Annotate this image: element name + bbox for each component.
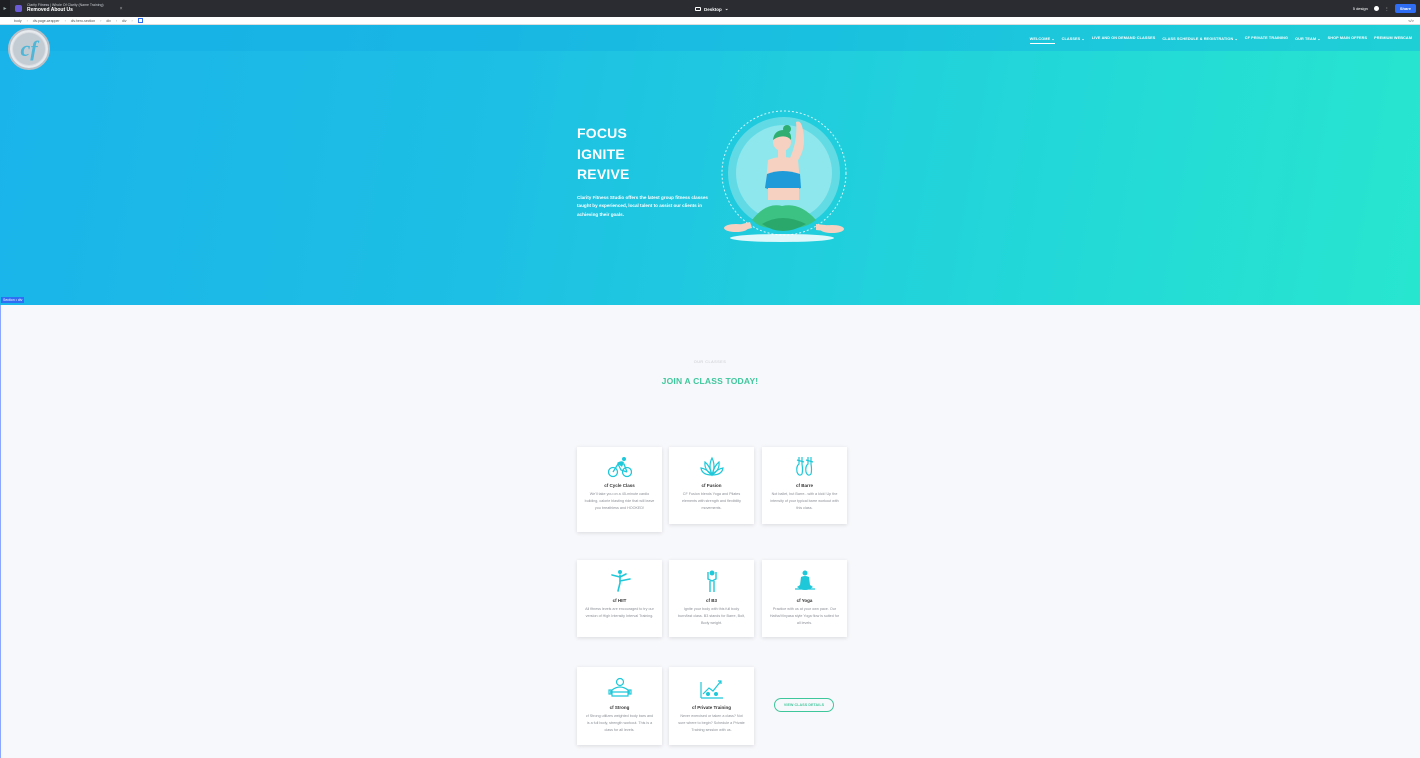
hero-word-focus: FOCUS	[577, 125, 627, 141]
view-class-details-button[interactable]: VIEW CLASS DETAILS	[774, 698, 834, 712]
standing-figure-icon	[706, 570, 717, 592]
site-navbar: cf WELCOME ⌄ CLASSES ⌄ LIVE AND ON DEMAN…	[0, 25, 1420, 70]
class-name: cf Strong	[609, 705, 630, 710]
class-name: cf Private Training	[691, 705, 731, 710]
selected-element-icon[interactable]	[137, 18, 143, 23]
nav-menu: WELCOME ⌄ CLASSES ⌄ LIVE AND ON DEMAND C…	[1029, 36, 1412, 44]
meditation-icon	[794, 570, 815, 590]
section-title: JOIN A CLASS TODAY!	[661, 376, 759, 386]
class-card-b3[interactable]: cf B3 Ignite your body with this full bo…	[669, 560, 754, 637]
topbar-actions: 5 design ⋮ Share	[1353, 4, 1416, 13]
breadcrumb-item[interactable]: div	[122, 19, 126, 23]
nav-item-classes[interactable]: CLASSES ⌄	[1062, 36, 1085, 44]
more-menu-icon[interactable]: ⋮	[1385, 6, 1389, 11]
close-page-icon[interactable]: ×	[120, 6, 123, 12]
share-button[interactable]: Share	[1394, 4, 1416, 13]
breadcrumb: body › div.page-wrapper › div.hero-section…	[0, 17, 1420, 25]
page-name: Removed About Us	[27, 7, 73, 14]
chevron-right-icon: ›	[64, 18, 66, 23]
site-logo[interactable]: cf	[8, 28, 50, 70]
class-description: Practice with us at your own pace. Our H…	[769, 607, 840, 626]
hero-word-revive: REVIVE	[577, 166, 630, 182]
class-description: All fitness levels are encouraged to try…	[585, 607, 654, 619]
chevron-right-icon: ›	[131, 18, 133, 23]
class-name: cf HIIT	[612, 598, 627, 603]
class-name: cf Yoga	[796, 598, 813, 603]
class-card-cycle[interactable]: cf Cycle Class We'll take you on a 45-mi…	[577, 447, 662, 532]
logo-mark: cf	[13, 33, 45, 65]
class-card-yoga[interactable]: cf Yoga Practice with us at your own pac…	[762, 560, 847, 637]
class-card-fusion[interactable]: cf Fusion CF Fusion blends Yoga and Pila…	[669, 447, 754, 524]
nav-item-private-training[interactable]: CF PRIVATE TRAINING	[1245, 36, 1288, 44]
nav-item-welcome[interactable]: WELCOME ⌄	[1029, 36, 1055, 44]
progress-chart-icon	[699, 680, 723, 699]
selection-guide	[0, 305, 1, 758]
ballet-shoes-icon	[795, 457, 813, 476]
nav-item-shop[interactable]: SHOP MAIN OFFERS	[1328, 36, 1368, 44]
class-description: We'll take you on a 45-minute cardio bui…	[584, 492, 655, 511]
builder-topbar: ▸ Clarity Fitness | Whole Of Clarity (Na…	[0, 0, 1420, 17]
chevron-right-icon: ›	[26, 18, 28, 23]
class-name: cf B3	[705, 598, 717, 603]
selection-tag[interactable]: Section • div	[1, 297, 25, 303]
strongman-icon	[607, 677, 632, 697]
page-switcher[interactable]: Clarity Fitness | Whole Of Clarity (Name…	[27, 3, 104, 14]
class-description: Not ballet, but Barre...with a kick! Up …	[770, 492, 839, 511]
breadcrumb-item[interactable]: body	[14, 19, 22, 23]
device-selector[interactable]: Desktop ⌄	[695, 6, 729, 12]
code-view-icon[interactable]: </>	[1408, 18, 1414, 23]
class-description: Ignite your body with this full body bur…	[677, 607, 746, 626]
kicking-figure-icon	[610, 570, 631, 592]
yoga-woman-illustration	[721, 110, 847, 242]
breadcrumb-item[interactable]: div	[106, 19, 110, 23]
class-name: cf Fusion	[701, 483, 722, 488]
nav-item-schedule[interactable]: CLASS SCHEDULE & REGISTRATION ⌄	[1162, 36, 1237, 44]
class-description: cf Strong utilizes weighted body bars an…	[585, 714, 654, 733]
class-description: CF Fusion blends Yoga and Pilates elemen…	[681, 492, 742, 511]
avatar[interactable]	[1373, 6, 1379, 11]
breadcrumb-item[interactable]: div.hero-section	[71, 19, 95, 23]
hero-description: Clarity Fitness Studio offers the latest…	[577, 194, 708, 217]
user-label[interactable]: 5 design	[1353, 6, 1368, 11]
monitor-icon	[695, 7, 701, 11]
class-card-hiit[interactable]: cf HIIT All fitness levels are encourage…	[577, 560, 662, 637]
panel-toggle-icon[interactable]: ▸	[0, 0, 10, 17]
lotus-icon	[699, 456, 724, 477]
class-name: cf Barre	[795, 483, 813, 488]
device-label: Desktop	[704, 6, 722, 12]
class-card-private-training[interactable]: cf Private Training Never exercised or t…	[669, 667, 754, 745]
breadcrumb-item[interactable]: div.page-wrapper	[33, 19, 60, 23]
class-card-strong[interactable]: cf Strong cf Strong utilizes weighted bo…	[577, 667, 662, 745]
class-card-barre[interactable]: cf Barre Not ballet, but Barre...with a …	[762, 447, 847, 524]
cyclist-icon	[607, 457, 632, 478]
class-description: Never exercised or taken a class? Not su…	[678, 714, 745, 733]
hero-section: cf WELCOME ⌄ CLASSES ⌄ LIVE AND ON DEMAN…	[0, 25, 1420, 305]
hero-word-ignite: IGNITE	[577, 145, 625, 162]
nav-item-live-classes[interactable]: LIVE AND ON DEMAND CLASSES	[1092, 36, 1156, 44]
class-name: cf Cycle Class	[604, 483, 635, 488]
nav-item-our-team[interactable]: OUR TEAM ⌄	[1295, 36, 1321, 44]
nav-item-webcam[interactable]: PREMIUM WEBCAM	[1374, 36, 1412, 44]
section-eyebrow: OUR CLASSES	[693, 360, 727, 364]
workspace-icon[interactable]	[15, 5, 22, 12]
chevron-right-icon: ›	[100, 18, 102, 23]
chevron-right-icon: ›	[115, 18, 118, 23]
chevron-down-icon: ⌄	[724, 6, 729, 11]
hero-copy: FOCUS IGNITE REVIVE Clarity Fitness Stud…	[577, 123, 709, 220]
